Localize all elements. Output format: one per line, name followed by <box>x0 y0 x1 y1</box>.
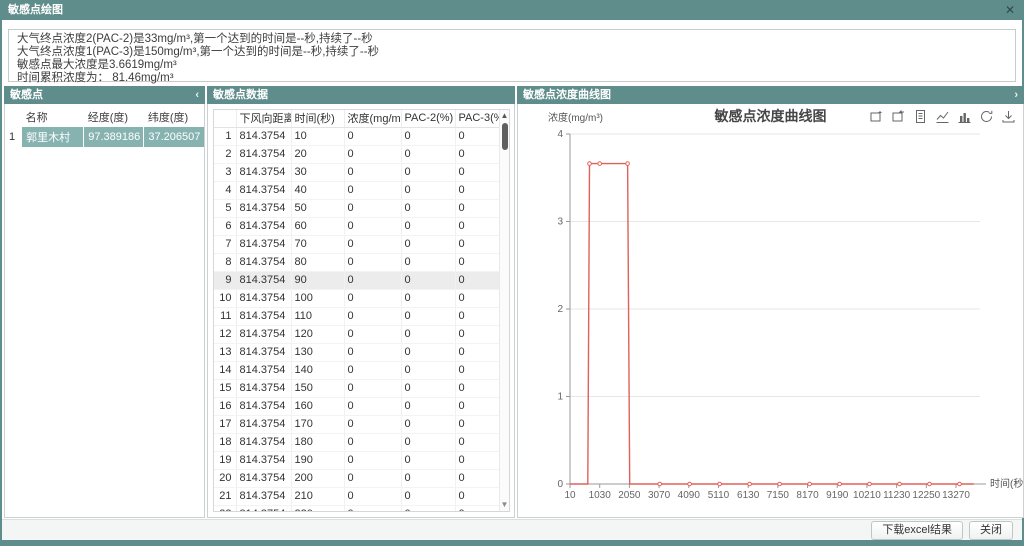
svg-text:3070: 3070 <box>648 490 671 501</box>
col-pac3: PAC-3(%) <box>455 110 499 127</box>
zoom-reset-icon[interactable] <box>891 109 906 124</box>
svg-text:2050: 2050 <box>618 490 641 501</box>
col-name: 名称 <box>22 107 84 127</box>
svg-text:9190: 9190 <box>826 490 849 501</box>
dialog-titlebar: 敏感点绘图 ✕ <box>0 0 1024 20</box>
svg-text:1: 1 <box>557 392 563 403</box>
data-table-row[interactable]: 11814.3754110000 <box>214 307 499 325</box>
data-table-row[interactable]: 20814.3754200000 <box>214 469 499 487</box>
data-panel-header: 敏感点数据 <box>207 86 515 104</box>
data-table-row[interactable]: 14814.3754140000 <box>214 361 499 379</box>
chart-toolbar <box>869 109 1016 124</box>
bar-type-icon[interactable] <box>957 109 972 124</box>
data-table-row[interactable]: 4814.375440000 <box>214 181 499 199</box>
svg-text:0: 0 <box>557 479 563 490</box>
sensitive-points-panel: 敏感点 ‹ 名称 经度(度) 纬度(度) 1郭里木村97.38918637.20… <box>4 86 205 518</box>
point-name-cell[interactable]: 郭里木村 <box>22 127 84 147</box>
point-lon-cell[interactable]: 97.389186 <box>84 127 144 147</box>
svg-text:3: 3 <box>557 217 563 228</box>
data-table-row[interactable]: 7814.375470000 <box>214 235 499 253</box>
svg-text:4: 4 <box>557 129 563 140</box>
data-panel-title: 敏感点数据 <box>213 89 268 101</box>
data-table-row[interactable]: 19814.3754190000 <box>214 451 499 469</box>
data-table-row[interactable]: 2814.375420000 <box>214 145 499 163</box>
svg-text:13270: 13270 <box>942 490 970 501</box>
svg-text:10210: 10210 <box>853 490 881 501</box>
svg-text:1030: 1030 <box>589 490 612 501</box>
data-table-row[interactable]: 3814.375430000 <box>214 163 499 181</box>
svg-text:11230: 11230 <box>883 490 911 501</box>
data-table-row[interactable]: 18814.3754180000 <box>214 433 499 451</box>
svg-text:10: 10 <box>564 490 576 501</box>
col-latitude: 纬度(度) <box>144 107 204 127</box>
collapse-left-icon[interactable]: ‹ <box>195 86 199 104</box>
info-line-pac2: 大气终点浓度2(PAC-2)是33mg/m³,第一个达到的时间是--秒,持续了-… <box>17 34 1007 46</box>
footer-bar: 下载excel结果 关闭 <box>2 519 1022 540</box>
data-table-row[interactable]: 8814.375480000 <box>214 253 499 271</box>
svg-text:12250: 12250 <box>912 490 940 501</box>
data-table-row[interactable]: 17814.3754170000 <box>214 415 499 433</box>
line-type-icon[interactable] <box>935 109 950 124</box>
col-downwind-distance: 下风向距离(m <box>236 110 291 127</box>
data-table-row[interactable]: 16814.3754160000 <box>214 397 499 415</box>
point-lat-cell[interactable]: 37.206507 <box>144 127 204 147</box>
points-table-row[interactable]: 1郭里木村97.38918637.206507 <box>5 127 204 147</box>
col-pac2: PAC-2(%) <box>401 110 455 127</box>
scrollbar-thumb[interactable] <box>502 123 508 150</box>
data-table-row[interactable]: 12814.3754120000 <box>214 325 499 343</box>
data-table-row[interactable]: 13814.3754130000 <box>214 343 499 361</box>
data-table-row[interactable]: 5814.375450000 <box>214 199 499 217</box>
close-button[interactable]: 关闭 <box>969 521 1013 540</box>
points-table: 名称 经度(度) 纬度(度) 1郭里木村97.38918637.206507 <box>5 107 204 147</box>
col-longitude: 经度(度) <box>84 107 144 127</box>
svg-text:4090: 4090 <box>678 490 701 501</box>
curve-panel-header: 敏感点浓度曲线图 › <box>517 86 1024 104</box>
data-table-row[interactable]: 9814.375490000 <box>214 271 499 289</box>
data-table-row[interactable]: 22814.3754220000 <box>214 505 499 511</box>
data-table-scrollbar[interactable]: ▲ ▼ <box>499 110 509 511</box>
data-view-icon[interactable] <box>913 109 928 124</box>
info-line-accumulated: 时间累积浓度为： 81.46mg/m³ <box>17 73 1007 85</box>
concentration-curve-panel: 敏感点浓度曲线图 › 0 1 2 3 4 10 1030 2050 3070 4090 5110 61… <box>517 86 1024 518</box>
marquee-zoom-icon[interactable] <box>869 109 884 124</box>
svg-text:5110: 5110 <box>708 490 730 501</box>
expand-right-icon[interactable]: › <box>1014 86 1018 104</box>
sensitive-points-panel-header: 敏感点 ‹ <box>4 86 205 104</box>
data-table-row[interactable]: 1814.375410000 <box>214 127 499 145</box>
restore-icon[interactable] <box>979 109 994 124</box>
scroll-down-icon[interactable]: ▼ <box>500 500 509 510</box>
data-table-row[interactable]: 15814.3754150000 <box>214 379 499 397</box>
info-line-max-concentration: 敏感点最大浓度是3.6619mg/m³ <box>17 60 1007 72</box>
data-table-row[interactable]: 10814.3754100000 <box>214 289 499 307</box>
sensitive-points-panel-title: 敏感点 <box>10 89 43 101</box>
col-time: 时间(秒) <box>291 110 344 127</box>
dialog-title: 敏感点绘图 <box>8 4 63 16</box>
concentration-chart[interactable]: 0 1 2 3 4 10 1030 2050 3070 4090 5110 6130 7150 8170 9… <box>518 104 1023 517</box>
close-icon[interactable]: ✕ <box>1005 0 1015 20</box>
data-table-row[interactable]: 6814.375460000 <box>214 217 499 235</box>
svg-text:2: 2 <box>557 304 563 315</box>
svg-text:时间(秒): 时间(秒) <box>990 477 1023 490</box>
scroll-up-icon[interactable]: ▲ <box>500 111 509 121</box>
svg-text:6130: 6130 <box>737 490 760 501</box>
svg-text:7150: 7150 <box>767 490 790 501</box>
dialog-bottom-border <box>0 540 1024 546</box>
data-table: 下风向距离(m 时间(秒) 浓度(mg/m³) PAC-2(%) PAC-3(%… <box>214 110 499 511</box>
download-excel-button[interactable]: 下载excel结果 <box>871 521 963 540</box>
curve-panel-title: 敏感点浓度曲线图 <box>523 89 611 101</box>
svg-text:8170: 8170 <box>796 490 819 501</box>
info-line-pac3: 大气终点浓度1(PAC-3)是150mg/m³,第一个达到的时间是--秒,持续了… <box>17 47 1007 59</box>
summary-infobox: 大气终点浓度2(PAC-2)是33mg/m³,第一个达到的时间是--秒,持续了-… <box>8 29 1016 82</box>
sensitive-point-data-panel: 敏感点数据 下风向距离(m 时间(秒) 浓度(mg/m³) PAC-2(%) P… <box>207 86 515 518</box>
col-concentration: 浓度(mg/m³) <box>344 110 401 127</box>
data-table-row[interactable]: 21814.3754210000 <box>214 487 499 505</box>
data-table-box: 下风向距离(m 时间(秒) 浓度(mg/m³) PAC-2(%) PAC-3(%… <box>213 109 510 512</box>
save-image-icon[interactable] <box>1001 109 1016 124</box>
